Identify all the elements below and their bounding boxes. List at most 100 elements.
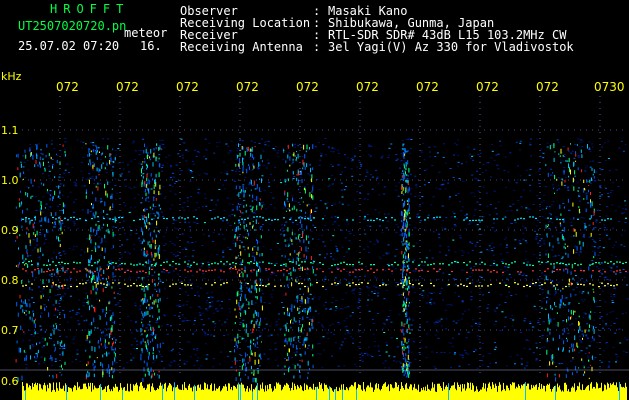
band-pixel: [403, 284, 405, 286]
noise-pixel: [24, 177, 27, 179]
noise-pixel: [503, 326, 506, 328]
echo-pixel: [52, 197, 53, 202]
noise-pixel: [488, 250, 491, 252]
noise-pixel: [564, 177, 567, 179]
noise-pixel: [214, 326, 217, 328]
echo-pixel: [18, 262, 20, 265]
echo-pixel: [296, 174, 298, 176]
noise-pixel: [203, 331, 206, 333]
noise-pixel: [76, 139, 79, 141]
noise-pixel: [582, 291, 585, 293]
noise-pixel: [117, 302, 120, 304]
echo-pixel: [577, 345, 579, 348]
noise-pixel: [429, 302, 432, 304]
noise-pixel: [401, 139, 404, 141]
noise-pixel: [591, 245, 594, 247]
noise-pixel: [497, 153, 500, 155]
noise-pixel: [203, 172, 206, 174]
band-pixel: [235, 268, 237, 270]
echo-pixel: [404, 370, 406, 375]
echo-pixel: [256, 311, 258, 317]
noise-pixel: [81, 209, 84, 211]
noise-pixel: [291, 220, 293, 222]
noise-pixel: [478, 338, 481, 340]
band-pixel: [469, 282, 471, 284]
echo-pixel: [144, 329, 146, 333]
noise-pixel: [129, 234, 132, 236]
noise-pixel: [120, 173, 123, 175]
echo-pixel: [114, 341, 116, 344]
echo-pixel: [248, 288, 249, 292]
noise-pixel: [465, 337, 468, 339]
echo-pixel: [408, 304, 410, 307]
echo-pixel: [403, 172, 405, 177]
echo-pixel: [557, 288, 559, 291]
noise-pixel: [35, 244, 38, 246]
echo-pixel: [158, 351, 160, 353]
echo-pixel: [562, 333, 564, 335]
echo-pixel: [593, 169, 595, 174]
noise-pixel: [154, 194, 157, 196]
noise-pixel: [357, 308, 360, 309]
echo-pixel: [106, 321, 108, 326]
band-pixel: [55, 284, 57, 286]
echo-pixel: [44, 357, 46, 362]
echo-pixel: [40, 148, 42, 151]
echo-pixel: [20, 190, 21, 193]
band-pixel: [64, 284, 66, 286]
noise-pixel: [267, 335, 270, 337]
echo-pixel: [406, 297, 408, 302]
echo-pixel: [149, 306, 151, 311]
noise-pixel: [311, 298, 314, 300]
echo-pixel: [151, 294, 153, 297]
echo-pixel: [250, 341, 252, 344]
noise-pixel: [458, 201, 461, 203]
noise-pixel: [39, 232, 41, 234]
noise-pixel: [493, 309, 496, 311]
echo-pixel: [91, 321, 93, 326]
echo-pixel: [155, 173, 157, 178]
echo-pixel: [408, 349, 410, 354]
noise-pixel: [72, 248, 75, 250]
band-pixel: [226, 219, 228, 221]
noise-pixel: [245, 287, 248, 289]
echo-pixel: [408, 204, 410, 210]
echo-pixel: [546, 349, 548, 355]
band-pixel: [262, 217, 264, 219]
band-pixel: [478, 219, 480, 221]
echo-pixel: [242, 165, 244, 168]
noise-pixel: [489, 362, 492, 364]
noise-pixel: [141, 173, 144, 175]
band-pixel: [517, 271, 519, 273]
echo-pixel: [590, 192, 591, 196]
noise-pixel: [236, 168, 238, 170]
noise-pixel: [500, 294, 503, 296]
noise-pixel: [482, 355, 485, 357]
noise-pixel: [147, 276, 149, 277]
band-pixel: [139, 284, 141, 287]
noise-pixel: [115, 339, 117, 341]
noise-pixel: [98, 200, 101, 202]
noise-pixel: [129, 353, 132, 355]
echo-pixel: [402, 358, 404, 360]
echo-pixel: [158, 374, 160, 379]
echo-pixel: [95, 223, 97, 226]
echo-pixel: [408, 268, 410, 269]
band-pixel: [76, 285, 78, 288]
noise-pixel: [324, 329, 327, 331]
echo-pixel: [304, 309, 306, 313]
echo-pixel: [546, 300, 548, 303]
noise-pixel: [248, 182, 251, 184]
noise-pixel: [399, 362, 402, 364]
band-pixel: [322, 218, 324, 220]
noise-pixel: [622, 208, 625, 210]
noise-pixel: [495, 213, 498, 215]
noise-pixel: [612, 264, 615, 266]
band-pixel: [112, 262, 114, 264]
noise-pixel: [453, 142, 456, 144]
noise-pixel: [350, 168, 353, 170]
echo-pixel: [257, 324, 259, 326]
noise-pixel: [529, 138, 532, 140]
echo-pixel: [152, 266, 154, 268]
echo-pixel: [92, 149, 94, 153]
